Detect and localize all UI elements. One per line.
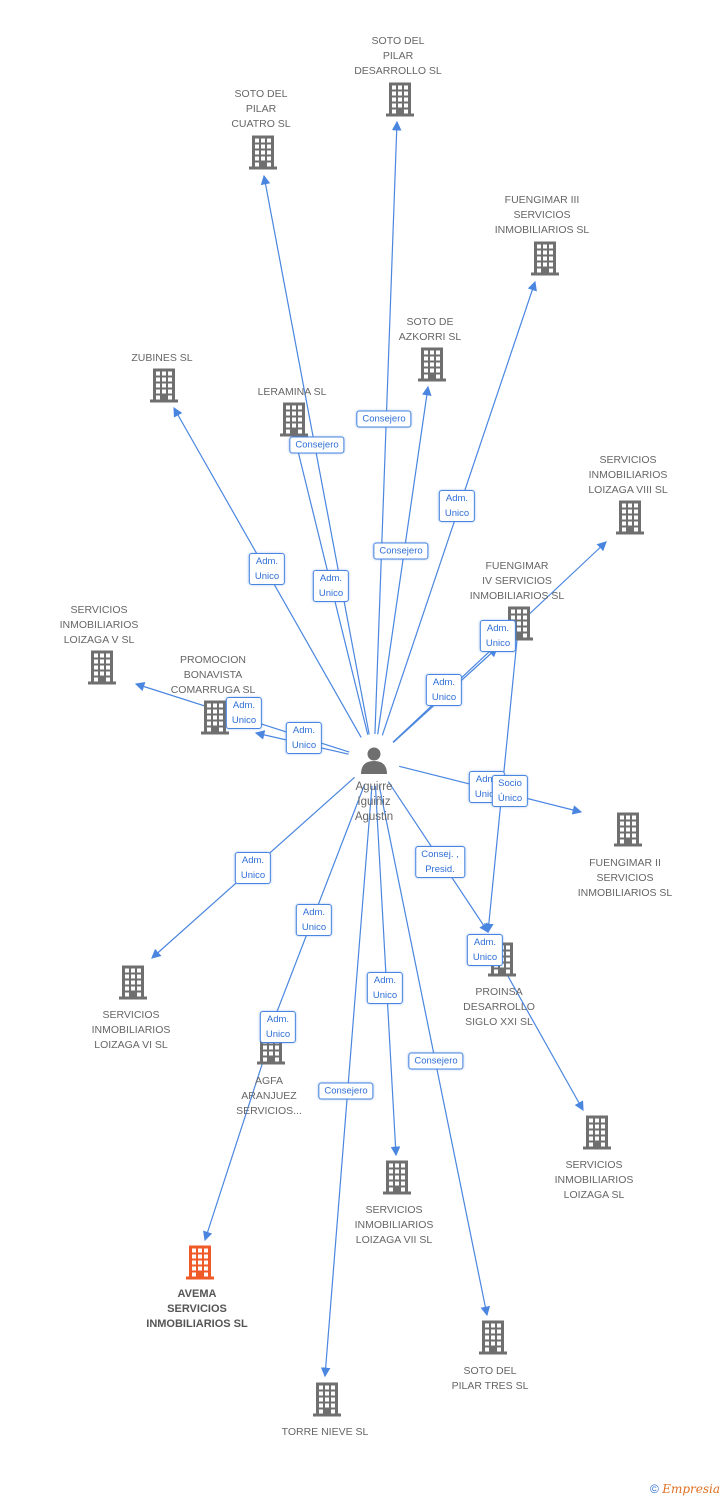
edge-role-label[interactable]: Adm. Unico	[479, 620, 517, 652]
building-icon[interactable]	[613, 812, 643, 852]
edge-role-label[interactable]: Consejero	[356, 410, 412, 428]
edge-role-label[interactable]: Adm. Unico	[438, 490, 476, 522]
company-node-agfa[interactable]: AGFA ARANJUEZ SERVICIOS...	[204, 1074, 334, 1119]
company-name: TORRE NIEVE SL	[281, 1426, 369, 1438]
building-icon[interactable]	[615, 500, 645, 540]
building-icon[interactable]	[149, 368, 179, 408]
network-diagram: SOTO DEL PILAR DESARROLLO SL SOTO DEL PIL…	[0, 0, 728, 1500]
edge-role-label[interactable]: Consej. , Presid.	[415, 846, 465, 878]
company-name: SOTO DE AZKORRI SL	[398, 316, 462, 343]
company-node-loizaga8[interactable]: SERVICIOS INMOBILIARIOS LOIZAGA VIII SL	[563, 453, 693, 498]
edge-role-label[interactable]: Adm. Unico	[295, 904, 333, 936]
building-icon[interactable]	[118, 965, 148, 1005]
edge-role-label[interactable]: Socio Único	[491, 775, 529, 807]
edge-agfa-avema	[203, 1039, 271, 1242]
edge-role-label[interactable]: Adm. Unico	[248, 553, 286, 585]
company-node-soto_desarrollo[interactable]: SOTO DEL PILAR DESARROLLO SL	[333, 34, 463, 79]
company-node-avema[interactable]: AVEMA SERVICIOS INMOBILIARIOS SL	[132, 1287, 262, 1332]
edge-center-soto_desarrollo	[374, 120, 402, 735]
edge-center-loizaga7	[374, 785, 401, 1157]
company-node-loizaga5[interactable]: SERVICIOS INMOBILIARIOS LOIZAGA V SL	[34, 603, 164, 648]
company-node-loizaga6[interactable]: SERVICIOS INMOBILIARIOS LOIZAGA VI SL	[66, 1008, 196, 1053]
company-name: FUENGIMAR IV SERVICIOS INMOBILIARIOS SL	[469, 560, 565, 602]
company-node-fuengimar3[interactable]: FUENGIMAR III SERVICIOS INMOBILIARIOS SL	[477, 193, 607, 238]
company-node-fuengimar4[interactable]: FUENGIMAR IV SERVICIOS INMOBILIARIOS SL	[452, 559, 582, 604]
company-node-loizaga7[interactable]: SERVICIOS INMOBILIARIOS LOIZAGA VII SL	[329, 1203, 459, 1248]
company-name: SERVICIOS INMOBILIARIOS LOIZAGA VII SL	[354, 1204, 434, 1246]
building-icon[interactable]	[87, 650, 117, 690]
company-name: SOTO DEL PILAR CUATRO SL	[231, 88, 291, 130]
building-icon[interactable]	[312, 1382, 342, 1422]
company-name: ZUBINES SL	[131, 352, 193, 364]
company-name: SERVICIOS INMOBILIARIOS LOIZAGA VI SL	[91, 1009, 171, 1051]
building-icon[interactable]	[530, 241, 560, 281]
company-name: AVEMA SERVICIOS INMOBILIARIOS SL	[146, 1288, 248, 1330]
company-node-loizaga[interactable]: SERVICIOS INMOBILIARIOS LOIZAGA SL	[529, 1158, 659, 1203]
building-icon[interactable]	[385, 82, 415, 122]
company-name: LERAMINA SL	[257, 386, 327, 398]
company-name: AGFA ARANJUEZ SERVICIOS...	[236, 1075, 302, 1117]
company-name: SOTO DEL PILAR TRES SL	[451, 1365, 529, 1392]
company-node-leramina[interactable]: LERAMINA SL	[227, 385, 357, 400]
building-icon[interactable]	[582, 1115, 612, 1155]
edge-role-label[interactable]: Adm. Unico	[425, 674, 463, 706]
edge-role-label[interactable]: Adm. Unico	[285, 722, 323, 754]
person-icon	[361, 747, 387, 774]
edge-role-label[interactable]: Adm. Unico	[366, 972, 404, 1004]
edge-role-label[interactable]: Adm. Unico	[312, 570, 350, 602]
edge-role-label[interactable]: Adm. Unico	[259, 1011, 297, 1043]
company-node-fuengimar2[interactable]: FUENGIMAR II SERVICIOS INMOBILIARIOS SL	[560, 856, 690, 901]
company-name: SERVICIOS INMOBILIARIOS LOIZAGA VIII SL	[588, 454, 668, 496]
building-icon[interactable]	[382, 1160, 412, 1200]
footer-brand: © Empresia	[650, 1482, 720, 1496]
building-icon[interactable]	[248, 135, 278, 175]
company-node-tres[interactable]: SOTO DEL PILAR TRES SL	[425, 1364, 555, 1394]
person-name: Aguirre Iguiñiz Agustin	[354, 781, 394, 823]
company-node-promocion[interactable]: PROMOCION BONAVISTA COMARRUGA SL	[148, 653, 278, 698]
company-name: SERVICIOS INMOBILIARIOS LOIZAGA V SL	[59, 604, 139, 646]
company-node-soto_cuatro[interactable]: SOTO DEL PILAR CUATRO SL	[196, 87, 326, 132]
company-node-proinsa[interactable]: PROINSA DESARROLLO SIGLO XXI SL	[434, 985, 564, 1030]
center-person-node[interactable]: Aguirre Iguiñiz Agustin	[334, 745, 414, 825]
edge-role-label[interactable]: Consejero	[289, 436, 345, 454]
edge-role-label[interactable]: Adm. Unico	[225, 697, 263, 729]
building-icon[interactable]	[417, 347, 447, 387]
company-name: PROINSA DESARROLLO SIGLO XXI SL	[463, 986, 535, 1028]
edge-role-label[interactable]: Consejero	[373, 542, 429, 560]
company-name: FUENGIMAR III SERVICIOS INMOBILIARIOS SL	[494, 194, 590, 236]
company-name: FUENGIMAR II SERVICIOS INMOBILIARIOS SL	[577, 857, 673, 899]
company-name: PROMOCION BONAVISTA COMARRUGA SL	[170, 654, 256, 696]
edge-role-label[interactable]: Adm. Unico	[466, 934, 504, 966]
company-name: SERVICIOS INMOBILIARIOS LOIZAGA SL	[554, 1159, 634, 1201]
building-icon[interactable]	[185, 1245, 215, 1285]
brand-logo: Empresia	[662, 1482, 720, 1496]
building-icon[interactable]	[478, 1320, 508, 1360]
company-node-zubines[interactable]: ZUBINES SL	[97, 351, 227, 366]
edge-role-label[interactable]: Consejero	[318, 1082, 374, 1100]
company-name: SOTO DEL PILAR DESARROLLO SL	[354, 35, 442, 77]
edge-role-label[interactable]: Adm. Unico	[234, 852, 272, 884]
edge-role-label[interactable]: Consejero	[408, 1052, 464, 1070]
company-node-azkorri[interactable]: SOTO DE AZKORRI SL	[365, 315, 495, 345]
edge-center-soto_cuatro	[260, 174, 370, 735]
company-node-torre[interactable]: TORRE NIEVE SL	[260, 1425, 390, 1440]
copyright-symbol: ©	[650, 1482, 659, 1496]
